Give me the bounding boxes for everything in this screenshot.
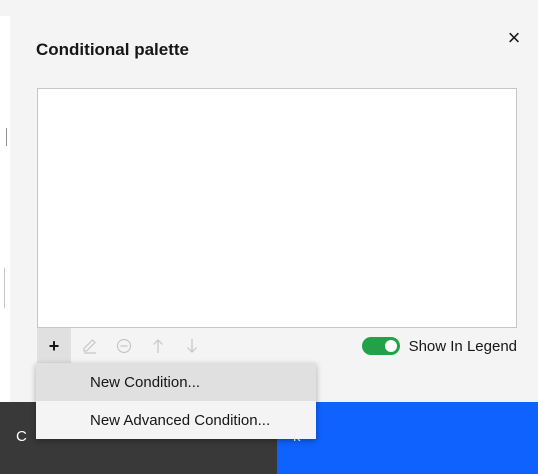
menu-item-new-condition[interactable]: New Condition...: [36, 363, 316, 401]
conditions-toolbar: + Show In Legend: [37, 328, 517, 364]
ok-button[interactable]: k: [277, 402, 538, 474]
minus-circle-icon: [116, 338, 132, 354]
show-in-legend-label: Show In Legend: [408, 337, 517, 355]
remove-condition-button[interactable]: [107, 328, 141, 364]
menu-item-new-advanced-condition[interactable]: New Advanced Condition...: [36, 401, 316, 439]
background-edge-fragment: [0, 128, 7, 146]
add-condition-menu: New Condition... New Advanced Condition.…: [36, 363, 316, 439]
background-edge-fragment: [0, 268, 5, 308]
edit-condition-button[interactable]: [73, 328, 107, 364]
arrow-down-icon: [187, 339, 197, 353]
toggle-knob: [384, 340, 397, 352]
show-in-legend-toggle[interactable]: Show In Legend: [361, 336, 517, 356]
arrow-up-icon: [153, 339, 163, 353]
add-condition-button[interactable]: +: [37, 328, 71, 364]
menu-item-label: New Advanced Condition...: [90, 411, 271, 429]
menu-item-label: New Condition...: [90, 373, 201, 391]
background-page-strip: [0, 0, 538, 16]
cancel-button-label: C: [16, 428, 27, 445]
close-button[interactable]: ×: [502, 25, 526, 50]
conditions-list[interactable]: [37, 88, 517, 328]
close-icon: ×: [507, 25, 521, 50]
toggle-switch[interactable]: [361, 337, 400, 355]
move-up-button[interactable]: [141, 328, 175, 364]
pencil-icon: [83, 339, 96, 354]
plus-icon: +: [48, 335, 60, 356]
dialog-title: Conditional palette: [36, 40, 189, 59]
move-down-button[interactable]: [175, 328, 209, 364]
